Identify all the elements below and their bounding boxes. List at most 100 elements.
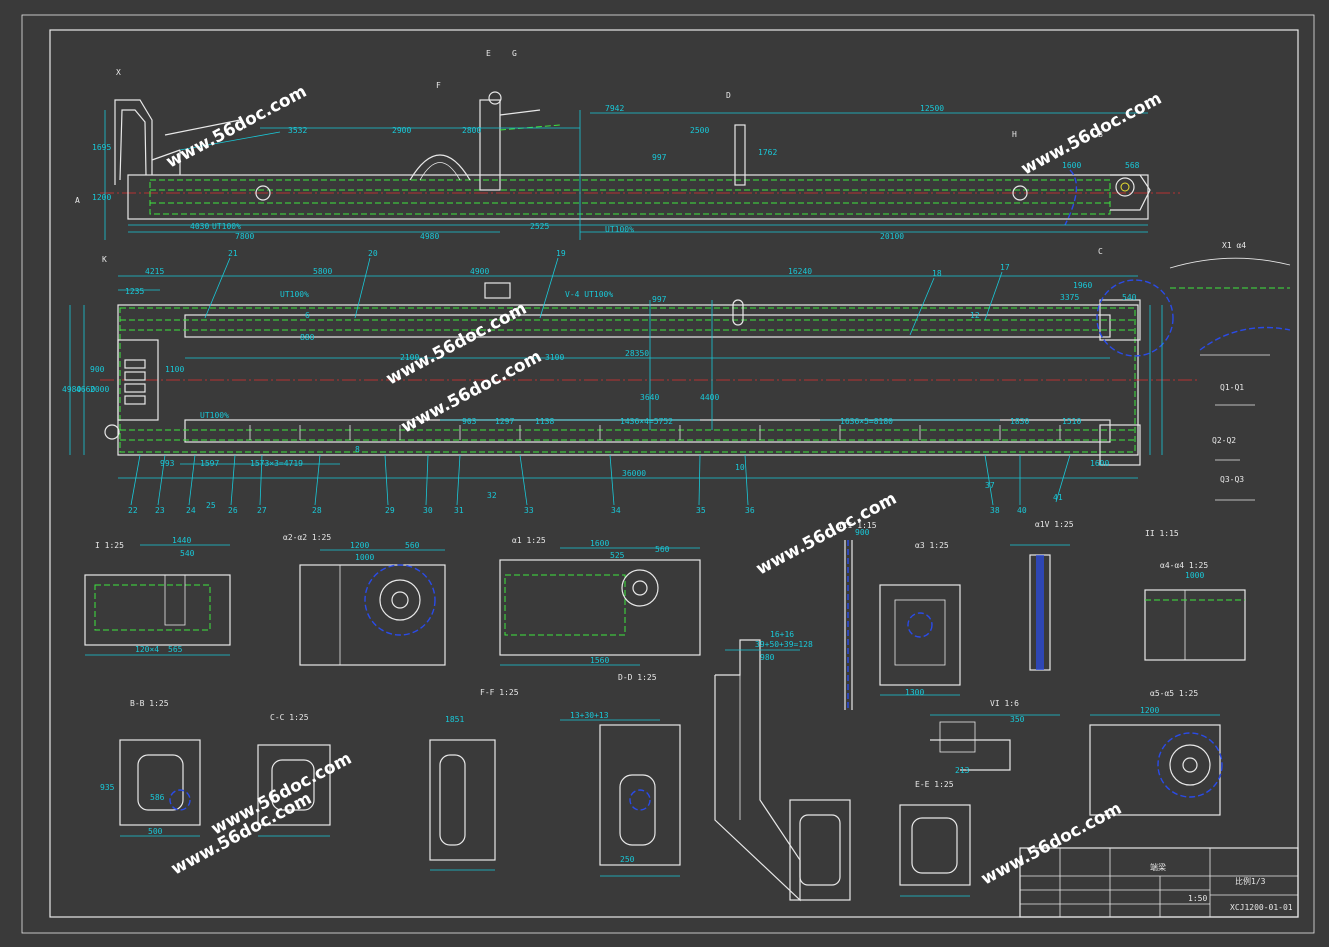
dim-6: 6 bbox=[305, 311, 310, 320]
ut-note-2: UT100% bbox=[605, 225, 634, 234]
dim-980: 1300 bbox=[905, 688, 924, 697]
detail-alpha3: α3 1:25 1300 bbox=[879, 541, 961, 697]
section-mark-k: K bbox=[102, 255, 107, 264]
dim-36000: 36000 bbox=[622, 469, 646, 478]
callout-28: 28 bbox=[312, 506, 322, 515]
dim-213: 213 bbox=[955, 766, 970, 775]
title-drawing-name: 端梁 bbox=[1150, 862, 1166, 872]
dim-1235: 1235 bbox=[125, 287, 144, 296]
dim-3640: 3640 bbox=[640, 393, 659, 402]
dim-1100: 1100 bbox=[165, 365, 184, 374]
detail-III: III 1:15 900 bbox=[838, 521, 877, 710]
main-plan-view bbox=[69, 275, 1200, 479]
dim-4030: 4030 bbox=[190, 222, 209, 231]
title-scale: 1:50 bbox=[1188, 894, 1207, 903]
dim-900: 900 bbox=[90, 365, 105, 374]
section-mark-e: E bbox=[486, 49, 491, 58]
detail-title-a2: α2-α2 1:25 bbox=[283, 533, 331, 542]
callout-34: 34 bbox=[611, 506, 621, 515]
title-block: 端梁 1:50 比例1/3 XCJ1200-01-01 bbox=[1019, 847, 1299, 918]
dim-997: 997 bbox=[652, 153, 667, 162]
dim-1695: 1695 bbox=[92, 143, 111, 152]
detail-title-x1: X1 α4 bbox=[1222, 241, 1246, 250]
watermark-5: www.56doc.com bbox=[753, 489, 900, 580]
dim-3532: 3532 bbox=[288, 126, 307, 135]
dim-8: 8 bbox=[355, 445, 360, 454]
dim-10: 10 bbox=[735, 463, 745, 472]
dim-993: 993 bbox=[160, 459, 175, 468]
dim-5800: 5800 bbox=[313, 267, 332, 276]
inner-border bbox=[49, 29, 1299, 918]
detail-title-q1: Q1-Q1 bbox=[1220, 383, 1244, 392]
dim-997b: 997 bbox=[652, 295, 667, 304]
detail-title-i: I 1:25 bbox=[95, 541, 124, 550]
callout-40: 40 bbox=[1017, 506, 1027, 515]
engineering-drawing-sheet: 7942 12500 3532 2900 2800 2500 997 1600 … bbox=[21, 14, 1315, 934]
dim-1297: 1297 bbox=[495, 417, 514, 426]
dim-1830: 1830 bbox=[1010, 417, 1029, 426]
detail-title-q3: Q3-Q3 bbox=[1220, 475, 1244, 484]
dim-350: 350 bbox=[1010, 715, 1025, 724]
dim-1138: 1138 bbox=[535, 417, 554, 426]
section-mark-d: D bbox=[726, 91, 731, 100]
detail-title-vi: VI 1:6 bbox=[990, 699, 1019, 708]
callout-36: 36 bbox=[745, 506, 755, 515]
dim-28350: 28350 bbox=[625, 349, 649, 358]
detail-title-ii: II 1:15 bbox=[1145, 529, 1179, 538]
callout-19: 19 bbox=[556, 249, 566, 258]
callout-18: 18 bbox=[932, 269, 942, 278]
dim-560b: 560 bbox=[655, 545, 670, 554]
dim-4215: 4215 bbox=[145, 267, 164, 276]
dim-565: 565 bbox=[168, 645, 183, 654]
dim-16240: 16240 bbox=[788, 267, 812, 276]
detail-title-a5: α5-α5 1:25 bbox=[1150, 689, 1198, 698]
detail-F-F: F-F 1:25 1851 bbox=[429, 688, 519, 871]
dim-1200: 1200 bbox=[92, 193, 111, 202]
dim-1762: 1762 bbox=[758, 148, 777, 157]
dim-900b: 500 bbox=[148, 827, 163, 836]
dim-1597: 1597 bbox=[200, 459, 219, 468]
detail-E-E: E-E 1:25 bbox=[899, 780, 971, 897]
dim-13-30-13: 13+30+13 bbox=[570, 711, 609, 720]
dim-540: 540 bbox=[1122, 293, 1137, 302]
dim-4900: 4900 bbox=[470, 267, 489, 276]
part-callouts: 21 20 19 18 17 22 23 24 25 26 27 28 29 3… bbox=[128, 249, 1071, 515]
section-mark-c: C bbox=[1098, 247, 1103, 256]
dim-1560: 1560 bbox=[590, 656, 609, 665]
dim-1300: 935 bbox=[100, 783, 115, 792]
dim-39-50-39: 900 bbox=[855, 528, 870, 537]
callout-38: 38 bbox=[990, 506, 1000, 515]
dim-1000b: 1000 bbox=[1185, 571, 1204, 580]
detail-title-a1: α1 1:25 bbox=[512, 536, 546, 545]
dim-4400: 4400 bbox=[700, 393, 719, 402]
dim-903: 903 bbox=[462, 417, 477, 426]
dim-1851: 250 bbox=[620, 855, 635, 864]
callout-20: 20 bbox=[368, 249, 378, 258]
dim-586: 1851 bbox=[445, 715, 464, 724]
dim-1600c: 1600 bbox=[590, 539, 609, 548]
detail-title-a4a4: α4-α4 1:25 bbox=[1160, 561, 1208, 570]
detail-title-ff: F-F 1:25 bbox=[480, 688, 519, 697]
dim-1960: 1960 bbox=[1073, 281, 1092, 290]
dim-2525: 2525 bbox=[530, 222, 549, 231]
callout-23: 23 bbox=[155, 506, 165, 515]
callout-21: 21 bbox=[228, 249, 238, 258]
detail-title-a3: α3 1:25 bbox=[915, 541, 949, 550]
dim-220: 39+50+39=128 bbox=[755, 640, 813, 649]
callout-27: 27 bbox=[257, 506, 267, 515]
detail-title-a4v: α1V 1:25 bbox=[1035, 520, 1074, 529]
dim-4980: 4980 bbox=[420, 232, 439, 241]
dim-540b: 540 bbox=[180, 549, 195, 558]
dim-12500: 12500 bbox=[920, 104, 944, 113]
callout-22: 22 bbox=[128, 506, 138, 515]
section-mark-f: F bbox=[436, 81, 441, 90]
detail-I: I 1:25 1440 540 120×4 565 bbox=[84, 536, 231, 656]
callout-24: 24 bbox=[186, 506, 196, 515]
detail-title-cc: C-C 1:25 bbox=[270, 713, 309, 722]
callout-31: 31 bbox=[454, 506, 464, 515]
section-mark-x: X bbox=[116, 68, 121, 77]
ut-note-3: UT100% bbox=[280, 290, 309, 299]
detail-title-q2: Q2-Q2 bbox=[1212, 436, 1236, 445]
dim-560: 560 bbox=[405, 541, 420, 550]
dim-1600b: 1600 bbox=[1090, 459, 1109, 468]
